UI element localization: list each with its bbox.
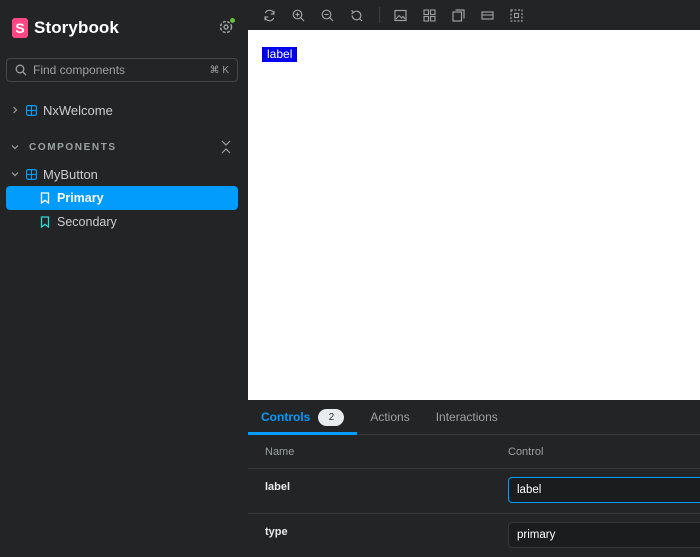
addons-panel: Controls 2 Actions Interactions Name Con… — [248, 400, 700, 557]
column-header-name: Name — [265, 446, 295, 458]
main-panel: label Controls 2 Actions Interactions Na… — [248, 0, 700, 557]
chevron-down-icon — [10, 142, 20, 152]
tab-label: Actions — [370, 410, 410, 424]
bookmark-icon — [40, 216, 50, 228]
storybook-logo-icon: S — [12, 18, 28, 38]
zoom-in-icon — [292, 9, 304, 21]
preview-button[interactable]: label — [262, 47, 298, 62]
settings-button[interactable] — [217, 17, 236, 36]
label-input[interactable] — [508, 477, 700, 503]
control-name: type — [265, 526, 288, 538]
zoom-out-button[interactable] — [320, 8, 334, 22]
search-icon — [15, 64, 27, 76]
grid-button[interactable] — [422, 8, 436, 22]
storybook-app: S Storybook ⌘ K — [0, 0, 700, 557]
component-icon — [26, 104, 37, 116]
zoom-reset-icon — [350, 9, 362, 21]
component-icon — [26, 168, 37, 180]
collapse-all-icon[interactable] — [220, 139, 232, 155]
column-header-control: Control — [508, 446, 544, 458]
search-shortcut: ⌘ K — [209, 64, 229, 76]
tree-item-mybutton[interactable]: MyButton — [0, 162, 248, 186]
viewport-icon — [451, 8, 465, 22]
zoom-reset-button[interactable] — [349, 8, 363, 22]
tree-item-label: NxWelcome — [43, 102, 113, 118]
table-row: type — [248, 514, 700, 557]
section-label: COMPONENTS — [29, 141, 117, 153]
brand[interactable]: S Storybook — [12, 16, 119, 40]
status-dot — [229, 17, 236, 24]
background-button[interactable] — [393, 8, 407, 22]
toolbar-divider — [379, 7, 380, 23]
components-section-header[interactable]: COMPONENTS — [0, 139, 248, 155]
viewport-button[interactable] — [451, 8, 465, 22]
image-icon — [393, 9, 407, 21]
table-row: label — [248, 469, 700, 514]
story-label: Primary — [57, 191, 104, 205]
outline-icon — [509, 8, 523, 22]
zoom-in-button[interactable] — [291, 8, 305, 22]
outline-button[interactable] — [509, 8, 523, 22]
chevron-right-icon — [10, 105, 20, 115]
story-item-secondary[interactable]: Secondary — [6, 210, 238, 234]
measure-button[interactable] — [480, 8, 494, 22]
search-box[interactable]: ⌘ K — [6, 58, 238, 82]
tab-label: Controls — [261, 410, 311, 424]
tab-actions[interactable]: Actions — [357, 400, 422, 434]
ruler-icon — [480, 10, 494, 20]
story-item-primary[interactable]: Primary — [6, 186, 238, 210]
preview-canvas: label — [248, 30, 700, 400]
preview-toolbar — [248, 0, 700, 30]
tab-label: Interactions — [435, 410, 498, 424]
reload-icon — [263, 9, 275, 21]
addon-tabs: Controls 2 Actions Interactions — [248, 400, 700, 435]
count-badge: 2 — [318, 408, 345, 426]
reload-button[interactable] — [262, 8, 276, 22]
chevron-down-icon — [10, 169, 20, 179]
sidebar: S Storybook ⌘ K — [0, 0, 248, 557]
controls-table-header: Name Control — [248, 435, 700, 469]
search-input[interactable] — [33, 63, 210, 77]
story-label: Secondary — [57, 215, 117, 229]
type-input[interactable] — [508, 522, 700, 548]
tab-interactions[interactable]: Interactions — [423, 400, 511, 434]
tree-item-nxwelcome[interactable]: NxWelcome — [0, 98, 248, 122]
tree-item-label: MyButton — [43, 166, 98, 182]
control-name: label — [265, 481, 291, 493]
tab-controls[interactable]: Controls 2 — [248, 400, 358, 435]
bookmark-icon — [40, 192, 50, 204]
brand-name: Storybook — [34, 18, 119, 37]
zoom-out-icon — [321, 9, 333, 21]
grid-icon — [422, 8, 436, 22]
